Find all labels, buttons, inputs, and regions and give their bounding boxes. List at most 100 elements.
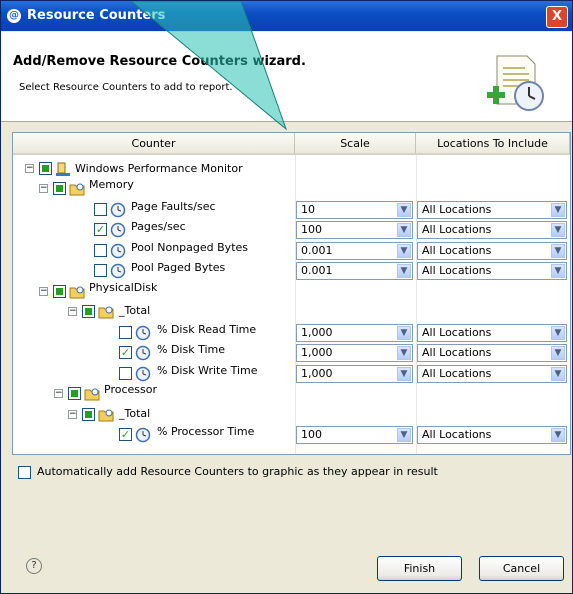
tree-row[interactable]: Pool Nonpaged Bytes 0.001 ▼ All Locations… <box>13 241 570 261</box>
dropdown-arrow-icon[interactable]: ▼ <box>397 223 411 237</box>
tree-row[interactable]: % Disk Write Time 1,000 ▼ All Locations ▼ <box>13 364 570 384</box>
dropdown-arrow-icon[interactable]: ▼ <box>551 367 565 381</box>
location-value: All Locations <box>422 346 492 359</box>
counter-clock-icon <box>110 243 126 259</box>
dropdown-arrow-icon[interactable]: ▼ <box>551 203 565 217</box>
row-checkbox-checked[interactable]: ✓ <box>119 428 132 441</box>
help-icon[interactable]: ? <box>26 558 42 574</box>
tree-row[interactable]: Pool Paged Bytes 0.001 ▼ All Locations ▼ <box>13 261 570 281</box>
row-label: _Total <box>119 304 151 317</box>
wizard-header: Add/Remove Resource Counters wizard. Sel… <box>1 32 572 122</box>
scale-dropdown[interactable]: 100 ▼ <box>296 221 413 239</box>
row-checkbox[interactable] <box>119 326 132 339</box>
tree-row[interactable]: − _Total <box>13 405 570 425</box>
dropdown-arrow-icon[interactable]: ▼ <box>551 428 565 442</box>
location-dropdown[interactable]: All Locations ▼ <box>417 344 567 362</box>
dropdown-arrow-icon[interactable]: ▼ <box>397 367 411 381</box>
row-checkbox-checked[interactable]: ✓ <box>94 223 107 236</box>
resource-counters-dialog: @ Resource Counters X Add/Remove Resourc… <box>0 0 573 594</box>
title-bar[interactable]: @ Resource Counters X <box>1 1 572 31</box>
scale-dropdown[interactable]: 1,000 ▼ <box>296 324 413 342</box>
wizard-banner-icon <box>487 55 544 111</box>
auto-add-checkbox[interactable] <box>18 466 31 479</box>
collapse-icon[interactable]: − <box>68 307 77 316</box>
scale-dropdown[interactable]: 0.001 ▼ <box>296 262 413 280</box>
row-checkbox[interactable] <box>82 408 95 421</box>
scale-value: 100 <box>301 223 322 236</box>
location-dropdown[interactable]: All Locations ▼ <box>417 426 567 444</box>
location-value: All Locations <box>422 223 492 236</box>
location-dropdown[interactable]: All Locations ▼ <box>417 221 567 239</box>
dropdown-arrow-icon[interactable]: ▼ <box>397 326 411 340</box>
scale-dropdown[interactable]: 100 ▼ <box>296 426 413 444</box>
row-label: Processor <box>104 383 157 396</box>
wizard-title: Add/Remove Resource Counters wizard. <box>13 54 306 69</box>
scale-value: 1,000 <box>301 367 333 380</box>
tree-row[interactable]: − Memory <box>13 178 570 199</box>
collapse-icon[interactable]: − <box>68 410 77 419</box>
row-label: Pool Paged Bytes <box>131 261 226 274</box>
collapse-icon[interactable]: − <box>39 287 48 296</box>
row-checkbox-checked[interactable]: ✓ <box>119 346 132 359</box>
location-value: All Locations <box>422 264 492 277</box>
dropdown-arrow-icon[interactable]: ▼ <box>397 346 411 360</box>
location-dropdown[interactable]: All Locations ▼ <box>417 324 567 342</box>
tree-row[interactable]: − Processor <box>13 383 570 404</box>
tree-row[interactable]: ✓ % Disk Time 1,000 ▼ All Locations ▼ <box>13 343 570 363</box>
cancel-button[interactable]: Cancel <box>479 556 564 581</box>
dropdown-arrow-icon[interactable]: ▼ <box>397 428 411 442</box>
tree-row[interactable]: − Windows Performance Monitor <box>13 159 570 179</box>
row-checkbox[interactable] <box>82 305 95 318</box>
tree-row[interactable]: − PhysicalDisk <box>13 281 570 302</box>
dropdown-arrow-icon[interactable]: ▼ <box>397 264 411 278</box>
collapse-icon[interactable]: − <box>25 164 34 173</box>
location-value: All Locations <box>422 428 492 441</box>
location-dropdown[interactable]: All Locations ▼ <box>417 365 567 383</box>
row-label: Pages/sec <box>131 220 186 233</box>
column-header-scale[interactable]: Scale <box>295 133 416 155</box>
dropdown-arrow-icon[interactable]: ▼ <box>551 244 565 258</box>
auto-add-label: Automatically add Resource Counters to g… <box>37 465 438 478</box>
row-checkbox[interactable] <box>94 264 107 277</box>
row-checkbox[interactable] <box>94 244 107 257</box>
scale-value: 0.001 <box>301 244 333 257</box>
scale-dropdown[interactable]: 1,000 ▼ <box>296 365 413 383</box>
location-dropdown[interactable]: All Locations ▼ <box>417 242 567 260</box>
folder-icon <box>98 306 114 319</box>
tree-row[interactable]: − _Total <box>13 302 570 322</box>
dropdown-arrow-icon[interactable]: ▼ <box>551 346 565 360</box>
collapse-icon[interactable]: − <box>39 184 48 193</box>
row-label: Memory <box>89 178 134 191</box>
dropdown-arrow-icon[interactable]: ▼ <box>551 326 565 340</box>
counter-clock-icon <box>110 202 126 218</box>
location-dropdown[interactable]: All Locations ▼ <box>417 262 567 280</box>
scale-value: 1,000 <box>301 326 333 339</box>
location-dropdown[interactable]: All Locations ▼ <box>417 201 567 219</box>
counter-clock-icon <box>135 345 151 361</box>
dropdown-arrow-icon[interactable]: ▼ <box>397 244 411 258</box>
wizard-description: Select Resource Counters to add to repor… <box>19 82 233 93</box>
row-checkbox[interactable] <box>39 162 52 175</box>
row-checkbox[interactable] <box>53 182 66 195</box>
row-checkbox[interactable] <box>53 285 66 298</box>
scale-dropdown[interactable]: 1,000 ▼ <box>296 344 413 362</box>
tree-row[interactable]: Page Faults/sec 10 ▼ All Locations ▼ <box>13 200 570 220</box>
dropdown-arrow-icon[interactable]: ▼ <box>397 203 411 217</box>
row-label: _Total <box>119 407 151 420</box>
row-checkbox[interactable] <box>94 203 107 216</box>
counter-clock-icon <box>135 427 151 443</box>
finish-button[interactable]: Finish <box>377 556 462 581</box>
column-header-locations[interactable]: Locations To Include <box>416 133 570 155</box>
collapse-icon[interactable]: − <box>54 389 63 398</box>
column-header-counter[interactable]: Counter <box>13 133 295 155</box>
tree-row[interactable]: ✓ % Processor Time 100 ▼ All Locations ▼ <box>13 425 570 445</box>
row-checkbox[interactable] <box>68 387 81 400</box>
scale-dropdown[interactable]: 10 ▼ <box>296 201 413 219</box>
close-button[interactable]: X <box>546 6 568 28</box>
dropdown-arrow-icon[interactable]: ▼ <box>551 223 565 237</box>
dropdown-arrow-icon[interactable]: ▼ <box>551 264 565 278</box>
tree-row[interactable]: ✓ Pages/sec 100 ▼ All Locations ▼ <box>13 220 570 240</box>
row-checkbox[interactable] <box>119 367 132 380</box>
tree-row[interactable]: % Disk Read Time 1,000 ▼ All Locations ▼ <box>13 323 570 343</box>
scale-dropdown[interactable]: 0.001 ▼ <box>296 242 413 260</box>
